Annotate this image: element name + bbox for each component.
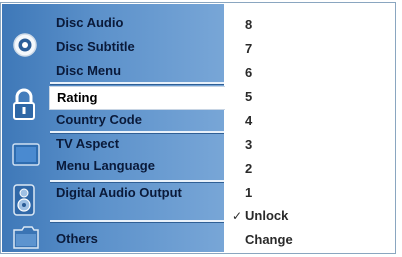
option-4[interactable]: 4 bbox=[245, 110, 252, 132]
audio-group: Digital Audio Output bbox=[2, 182, 224, 218]
menu-item-digital-audio-output[interactable]: Digital Audio Output bbox=[56, 182, 224, 204]
option-unlock[interactable]: Unlock bbox=[245, 205, 288, 227]
disc-icon bbox=[12, 32, 38, 63]
menu-frame: Disc Audio Disc Subtitle Disc Menu Ratin… bbox=[0, 2, 396, 254]
menu-item-others[interactable]: Others bbox=[56, 228, 224, 250]
option-7[interactable]: 7 bbox=[245, 38, 252, 60]
settings-osd: Disc Audio Disc Subtitle Disc Menu Ratin… bbox=[0, 0, 402, 257]
padlock-icon bbox=[12, 88, 36, 127]
option-8[interactable]: 8 bbox=[245, 14, 252, 36]
folder-icon bbox=[12, 224, 40, 255]
option-2[interactable]: 2 bbox=[245, 158, 252, 180]
menu-item-disc-audio[interactable]: Disc Audio bbox=[56, 12, 224, 34]
others-group: Others bbox=[2, 222, 224, 252]
speaker-icon bbox=[12, 184, 36, 221]
display-group: TV Aspect Menu Language bbox=[2, 133, 224, 179]
menu-item-disc-menu[interactable]: Disc Menu bbox=[56, 60, 224, 82]
option-1[interactable]: 1 bbox=[245, 182, 252, 204]
rating-group: Rating Country Code bbox=[2, 84, 226, 131]
checkmark-icon: ✓ bbox=[232, 209, 243, 223]
menu-item-tv-aspect[interactable]: TV Aspect bbox=[56, 133, 224, 155]
menu-item-menu-language[interactable]: Menu Language bbox=[56, 155, 224, 177]
menu-item-country-code[interactable]: Country Code bbox=[56, 109, 224, 131]
menu-panel: Disc Audio Disc Subtitle Disc Menu Ratin… bbox=[2, 4, 226, 252]
disc-group: Disc Audio Disc Subtitle Disc Menu bbox=[2, 4, 224, 80]
option-3[interactable]: 3 bbox=[245, 134, 252, 156]
option-5[interactable]: 5 bbox=[245, 86, 252, 108]
menu-item-rating[interactable]: Rating bbox=[49, 86, 226, 110]
option-change[interactable]: Change bbox=[245, 229, 293, 251]
options-panel: 8 7 6 5 4 3 2 1 ✓ Unlock Change bbox=[225, 4, 395, 252]
menu-item-disc-subtitle[interactable]: Disc Subtitle bbox=[56, 36, 224, 58]
tv-screen-icon bbox=[12, 143, 40, 172]
option-6[interactable]: 6 bbox=[245, 62, 252, 84]
